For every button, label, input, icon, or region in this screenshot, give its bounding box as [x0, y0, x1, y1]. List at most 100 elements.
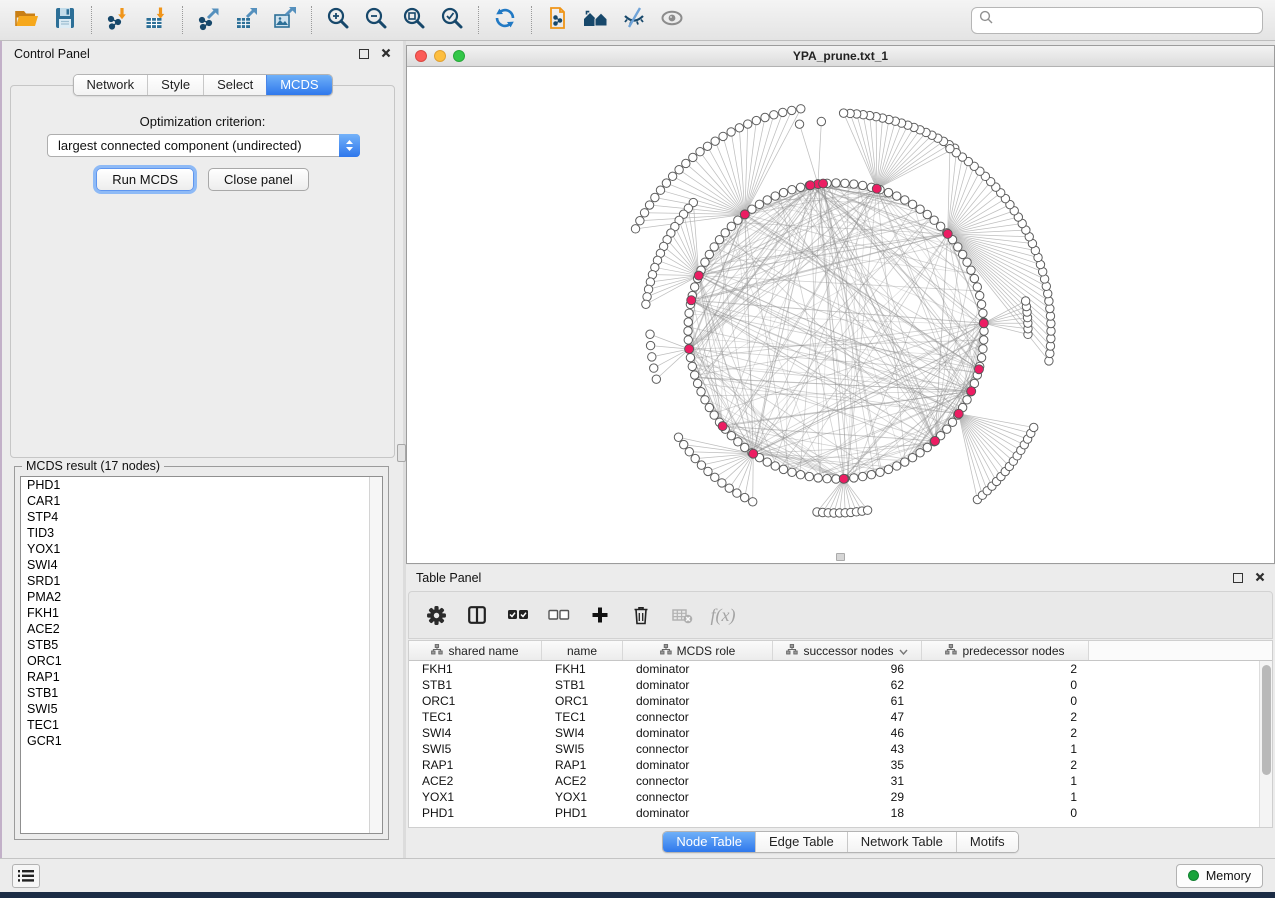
graph-node[interactable]: [686, 353, 694, 361]
graph-node[interactable]: [788, 186, 796, 194]
graph-leaf-node[interactable]: [839, 109, 847, 117]
graph-leaf-node[interactable]: [645, 201, 653, 209]
graph-leaf-node[interactable]: [675, 166, 683, 174]
column-header-name[interactable]: name: [542, 641, 623, 660]
graph-node[interactable]: [977, 300, 985, 308]
graph-mcds-hub-node[interactable]: [967, 387, 976, 396]
zoom-out-button[interactable]: [357, 3, 395, 37]
graph-node[interactable]: [705, 250, 713, 258]
zoom-selected-button[interactable]: [433, 3, 471, 37]
graph-node[interactable]: [916, 205, 924, 213]
optimization-select[interactable]: largest connected component (undirected): [47, 134, 360, 157]
float-panel-icon[interactable]: [1233, 573, 1243, 583]
tab-style[interactable]: Style: [147, 75, 203, 95]
network-canvas[interactable]: [407, 67, 1274, 563]
graph-node[interactable]: [684, 336, 692, 344]
graph-node[interactable]: [979, 309, 987, 317]
graph-leaf-node[interactable]: [795, 120, 803, 128]
table-scrollbar[interactable]: [1259, 661, 1272, 827]
apply-layout-button[interactable]: [486, 3, 524, 37]
open-session-button[interactable]: [8, 3, 46, 37]
graph-leaf-node[interactable]: [761, 113, 769, 121]
graph-node[interactable]: [727, 431, 735, 439]
graph-mcds-hub-node[interactable]: [740, 210, 749, 219]
graph-leaf-node[interactable]: [680, 440, 688, 448]
mcds-result-item[interactable]: SWI5: [21, 701, 382, 717]
graph-leaf-node[interactable]: [863, 506, 871, 514]
graph-node[interactable]: [685, 309, 693, 317]
graph-leaf-node[interactable]: [682, 159, 690, 167]
graph-mcds-hub-node[interactable]: [694, 271, 703, 280]
graph-node[interactable]: [850, 180, 858, 188]
graph-leaf-node[interactable]: [703, 142, 711, 150]
graph-node[interactable]: [980, 336, 988, 344]
graph-mcds-hub-node[interactable]: [685, 345, 694, 354]
network-scrollbar-grip[interactable]: [836, 553, 845, 561]
graph-node[interactable]: [684, 327, 692, 335]
graph-node[interactable]: [691, 371, 699, 379]
graph-node[interactable]: [771, 462, 779, 470]
graph-node[interactable]: [943, 425, 951, 433]
graph-node[interactable]: [823, 475, 831, 483]
tab-network[interactable]: Network: [73, 75, 147, 95]
show-hidden-button[interactable]: [653, 3, 691, 37]
mcds-result-item[interactable]: RAP1: [21, 669, 382, 685]
graph-node[interactable]: [788, 468, 796, 476]
graph-node[interactable]: [734, 438, 742, 446]
graph-leaf-node[interactable]: [727, 128, 735, 136]
graph-node[interactable]: [936, 222, 944, 230]
graph-leaf-node[interactable]: [704, 467, 712, 475]
mcds-result-item[interactable]: STB5: [21, 637, 382, 653]
graph-leaf-node[interactable]: [711, 473, 719, 481]
graph-node[interactable]: [684, 318, 692, 326]
graph-node[interactable]: [923, 443, 931, 451]
table-row[interactable]: STB1STB1dominator620: [409, 677, 1272, 693]
graph-leaf-node[interactable]: [662, 179, 670, 187]
graph-node[interactable]: [975, 291, 983, 299]
graph-leaf-node[interactable]: [696, 148, 704, 156]
graph-leaf-node[interactable]: [640, 209, 648, 217]
mcds-result-item[interactable]: STB1: [21, 685, 382, 701]
graph-leaf-node[interactable]: [689, 153, 697, 161]
graph-node[interactable]: [954, 243, 962, 251]
graph-node[interactable]: [805, 472, 813, 480]
table-row[interactable]: ORC1ORC1dominator610: [409, 693, 1272, 709]
table-row[interactable]: FKH1FKH1dominator962: [409, 661, 1272, 677]
column-header-successor-nodes[interactable]: successor nodes: [773, 641, 922, 660]
graph-node[interactable]: [893, 192, 901, 200]
graph-leaf-node[interactable]: [631, 225, 639, 233]
graph-leaf-node[interactable]: [1021, 297, 1029, 305]
tab-motifs[interactable]: Motifs: [956, 832, 1018, 852]
network-overview-button[interactable]: [577, 3, 615, 37]
close-panel-icon[interactable]: [1255, 569, 1265, 587]
graph-leaf-node[interactable]: [725, 484, 733, 492]
graph-node[interactable]: [779, 188, 787, 196]
graph-node[interactable]: [741, 443, 749, 451]
tab-edge-table[interactable]: Edge Table: [755, 832, 847, 852]
graph-leaf-node[interactable]: [650, 364, 658, 372]
graph-node[interactable]: [691, 283, 699, 291]
graph-leaf-node[interactable]: [648, 353, 656, 361]
graph-leaf-node[interactable]: [685, 448, 693, 456]
graph-leaf-node[interactable]: [646, 341, 654, 349]
graph-mcds-hub-node[interactable]: [819, 179, 828, 188]
graph-node[interactable]: [779, 465, 787, 473]
graph-leaf-node[interactable]: [735, 124, 743, 132]
import-table-button[interactable]: [137, 3, 175, 37]
graph-node[interactable]: [963, 258, 971, 266]
graph-node[interactable]: [715, 236, 723, 244]
search-box[interactable]: [971, 7, 1263, 34]
select-all-checkboxes-button[interactable]: [507, 604, 529, 626]
graph-leaf-node[interactable]: [642, 300, 650, 308]
graph-leaf-node[interactable]: [651, 193, 659, 201]
graph-mcds-hub-node[interactable]: [806, 181, 815, 190]
save-session-button[interactable]: [46, 3, 84, 37]
graph-node[interactable]: [858, 472, 866, 480]
graph-leaf-node[interactable]: [691, 454, 699, 462]
table-row[interactable]: TEC1TEC1connector472: [409, 709, 1272, 725]
column-header-MCDS-role[interactable]: MCDS role: [623, 641, 773, 660]
table-row[interactable]: PHD1PHD1dominator180: [409, 805, 1272, 821]
graph-mcds-hub-node[interactable]: [687, 296, 696, 305]
hide-selected-button[interactable]: [615, 3, 653, 37]
graph-node[interactable]: [841, 179, 849, 187]
